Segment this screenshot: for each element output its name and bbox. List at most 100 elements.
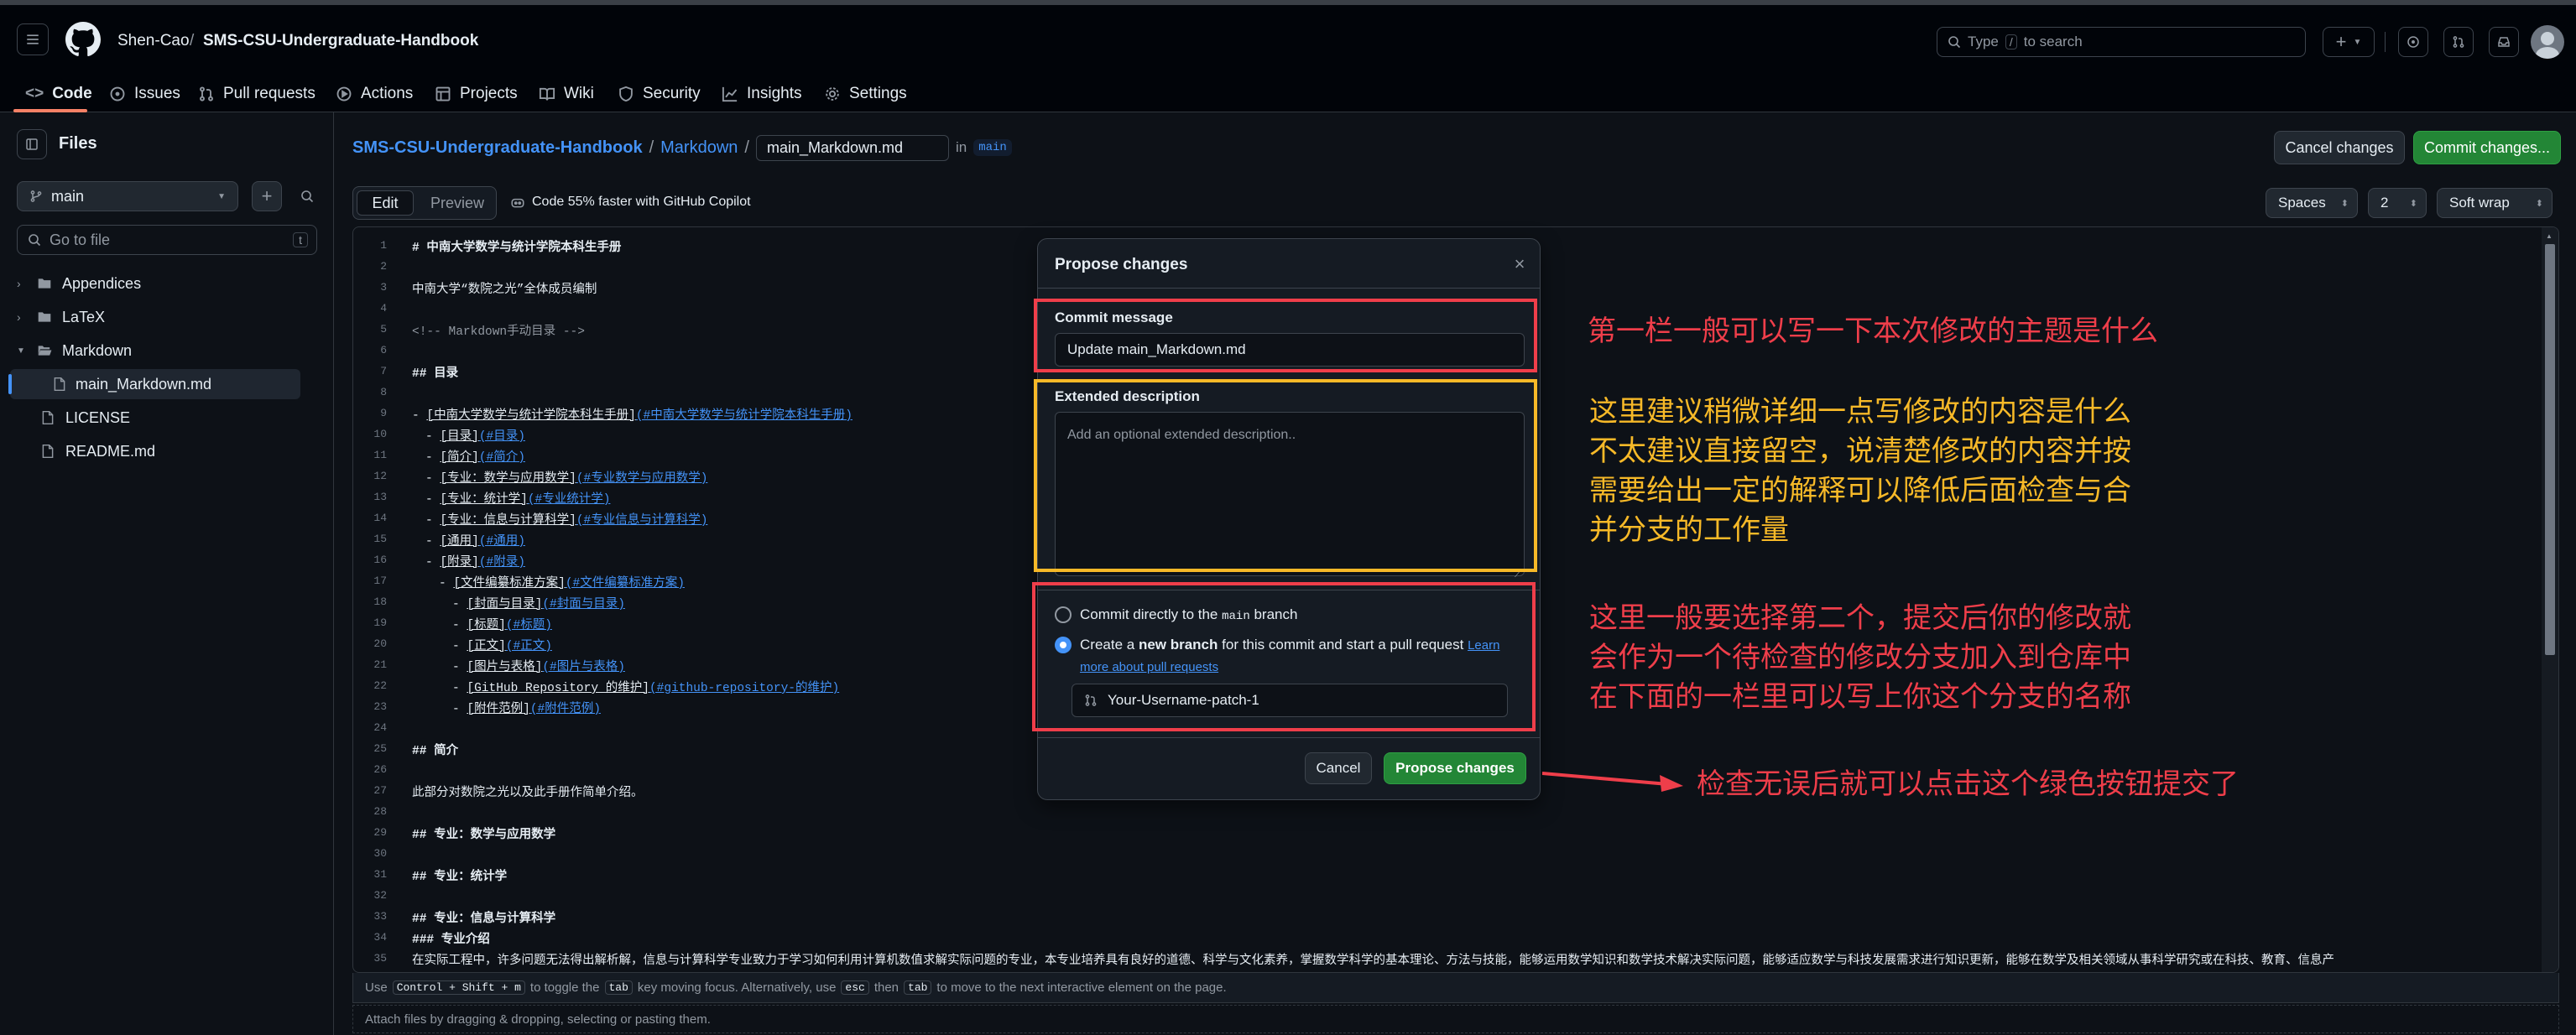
dialog-cancel-button[interactable]: Cancel bbox=[1305, 752, 1372, 784]
line-number: 30 bbox=[373, 847, 387, 860]
highlight-extended-description bbox=[1034, 379, 1537, 572]
line-number: 13 bbox=[373, 491, 387, 503]
tree-folder-markdown[interactable]: ▼ Markdown bbox=[17, 335, 132, 366]
preview-tab[interactable]: Preview bbox=[424, 190, 491, 216]
line-number: 35 bbox=[373, 952, 387, 965]
search-files-icon[interactable] bbox=[292, 181, 322, 211]
propose-changes-button[interactable]: Propose changes bbox=[1384, 752, 1526, 784]
select-arrows-icon: ⬍ bbox=[2535, 198, 2543, 209]
add-file-button[interactable]: + bbox=[252, 181, 282, 211]
tree-file-license[interactable]: LICENSE bbox=[40, 403, 130, 433]
pull-requests-icon[interactable] bbox=[2443, 27, 2474, 57]
search-icon bbox=[1948, 36, 1961, 49]
issues-icon[interactable] bbox=[2398, 27, 2428, 57]
wrap-mode-select[interactable]: Soft wrap ⬍ bbox=[2437, 188, 2553, 218]
scroll-up-icon[interactable]: ▲ bbox=[2546, 232, 2553, 240]
commit-changes-label: Commit changes... bbox=[2423, 138, 2551, 156]
tab-pull-requests[interactable]: Pull requests bbox=[198, 75, 315, 112]
attach-files-bar[interactable]: Attach files by dragging & dropping, sel… bbox=[352, 1005, 2559, 1033]
copilot-promo[interactable]: Code 55% faster with GitHub Copilot bbox=[510, 195, 751, 210]
inbox-icon[interactable] bbox=[2489, 27, 2519, 57]
cancel-changes-label: Cancel changes bbox=[2285, 138, 2394, 156]
breadcrumb: SMS-CSU-Undergraduate-Handbook / Markdow… bbox=[352, 133, 1012, 163]
tree-folder-latex[interactable]: › LaTeX bbox=[17, 302, 105, 332]
caret-down-icon: ▼ bbox=[2353, 37, 2362, 47]
caret-down-icon: ▼ bbox=[217, 191, 226, 201]
breadcrumb-dir-link[interactable]: Markdown bbox=[660, 138, 738, 158]
create-new-button[interactable]: + ▼ bbox=[2323, 27, 2375, 57]
folder-icon bbox=[38, 278, 51, 289]
search-input[interactable]: Type / to search bbox=[1937, 27, 2306, 57]
file-tree-pane: Files main ▼ + Go to file t › Appendices… bbox=[0, 112, 334, 1035]
edit-tab[interactable]: Edit bbox=[357, 190, 414, 216]
code-line: ## 目录 bbox=[412, 367, 459, 381]
scrollbar-thumb[interactable] bbox=[2545, 244, 2555, 655]
code-line: 在实际工程中，许多问题无法得出解析解，信息与计算科学专业致力于学习如何利用计算机… bbox=[412, 954, 2334, 965]
tab-security-label: Security bbox=[643, 85, 701, 102]
annotation-line: 并分支的工作量 bbox=[1589, 514, 1789, 546]
code-line: - [简介](#简介) bbox=[425, 451, 525, 465]
code-line: - [GitHub Repository 的维护](#github-reposi… bbox=[452, 682, 840, 695]
editor-scrollbar[interactable]: ▲ bbox=[2542, 227, 2558, 972]
line-number: 7 bbox=[380, 365, 387, 377]
hint-text: Use bbox=[365, 980, 388, 995]
file-icon bbox=[42, 410, 54, 425]
hint-text: key moving focus. Alternatively, use bbox=[637, 980, 837, 995]
line-number: 25 bbox=[373, 742, 387, 755]
branch-selector[interactable]: main ▼ bbox=[17, 181, 238, 211]
cancel-changes-button[interactable]: Cancel changes bbox=[2274, 131, 2405, 164]
repo-name-link[interactable]: SMS-CSU-Undergraduate-Handbook bbox=[203, 32, 478, 50]
github-logo-icon[interactable] bbox=[65, 22, 102, 57]
kbd-key: esc bbox=[841, 980, 869, 995]
line-number: 1 bbox=[380, 239, 387, 252]
tree-file-readme[interactable]: README.md bbox=[40, 436, 155, 466]
tab-wiki[interactable]: Wiki bbox=[539, 75, 594, 112]
filename-input[interactable]: main_Markdown.md bbox=[755, 134, 949, 161]
collapse-sidebar-icon[interactable] bbox=[17, 129, 47, 159]
code-line: - [专业：信息与计算科学](#专业信息与计算科学) bbox=[425, 514, 708, 528]
folder-icon bbox=[38, 312, 51, 322]
file-icon bbox=[54, 377, 65, 392]
tree-file-main-markdown[interactable]: main_Markdown.md bbox=[8, 369, 300, 399]
branch-label: main bbox=[973, 139, 1012, 156]
tab-actions[interactable]: Actions bbox=[336, 75, 413, 112]
shield-icon bbox=[619, 86, 633, 102]
close-icon[interactable]: × bbox=[1508, 252, 1531, 276]
indent-size-select[interactable]: 2 ⬍ bbox=[2368, 188, 2427, 218]
branch-icon bbox=[30, 190, 42, 202]
line-number: 11 bbox=[373, 449, 387, 461]
tab-insights[interactable]: Insights bbox=[722, 75, 801, 112]
code-line: - [标题](#标题) bbox=[452, 619, 552, 632]
tab-projects[interactable]: Projects bbox=[435, 75, 518, 112]
wrap-mode-label: Soft wrap bbox=[2449, 195, 2510, 211]
tab-settings[interactable]: Settings bbox=[824, 75, 907, 112]
code-line: - [图片与表格](#图片与表格) bbox=[452, 661, 625, 674]
copilot-label: Code 55% faster with GitHub Copilot bbox=[532, 195, 751, 209]
tab-code[interactable]: <> Code bbox=[25, 75, 92, 112]
tree-item-label: LaTeX bbox=[62, 308, 106, 325]
repo-owner-link[interactable]: Shen-Cao bbox=[117, 32, 190, 50]
commit-changes-button[interactable]: Commit changes... bbox=[2413, 131, 2561, 164]
annotation-line: 需要给出一定的解释可以降低后面检查与合 bbox=[1589, 475, 2131, 507]
breadcrumb-repo-link[interactable]: SMS-CSU-Undergraduate-Handbook bbox=[352, 138, 643, 158]
tree-item-label: Appendices bbox=[62, 274, 142, 292]
tab-issues[interactable]: Issues bbox=[109, 75, 180, 112]
tree-folder-appendices[interactable]: › Appendices bbox=[17, 268, 141, 299]
repo-nav: <> Code Issues Pull requests Actions Proj… bbox=[0, 75, 2576, 112]
line-number: 2 bbox=[380, 260, 387, 273]
tab-security[interactable]: Security bbox=[618, 75, 701, 112]
avatar[interactable] bbox=[2531, 25, 2564, 59]
code-line: - [文件编纂标准方案](#文件编纂标准方案) bbox=[439, 577, 685, 590]
edit-preview-toggle: Edit Preview bbox=[352, 186, 497, 220]
edit-tab-label: Edit bbox=[372, 194, 399, 211]
code-line: 中南大学“数院之光”全体成员编制 bbox=[412, 283, 597, 297]
annotation-propose-button: 检查无误后就可以点击这个绿色按钮提交了 bbox=[1697, 768, 2239, 800]
indent-mode-select[interactable]: Spaces ⬍ bbox=[2266, 188, 2358, 218]
hint-text: to toggle the bbox=[529, 980, 600, 995]
selected-indicator bbox=[8, 374, 12, 394]
code-line: - [中南大学数学与统计学院本科生手册](#中南大学数学与统计学院本科生手册) bbox=[412, 409, 853, 423]
menu-icon[interactable] bbox=[17, 23, 49, 55]
graph-icon bbox=[722, 86, 738, 102]
go-to-file-input[interactable]: Go to file t bbox=[17, 225, 317, 255]
tree-item-label: Markdown bbox=[62, 341, 133, 359]
